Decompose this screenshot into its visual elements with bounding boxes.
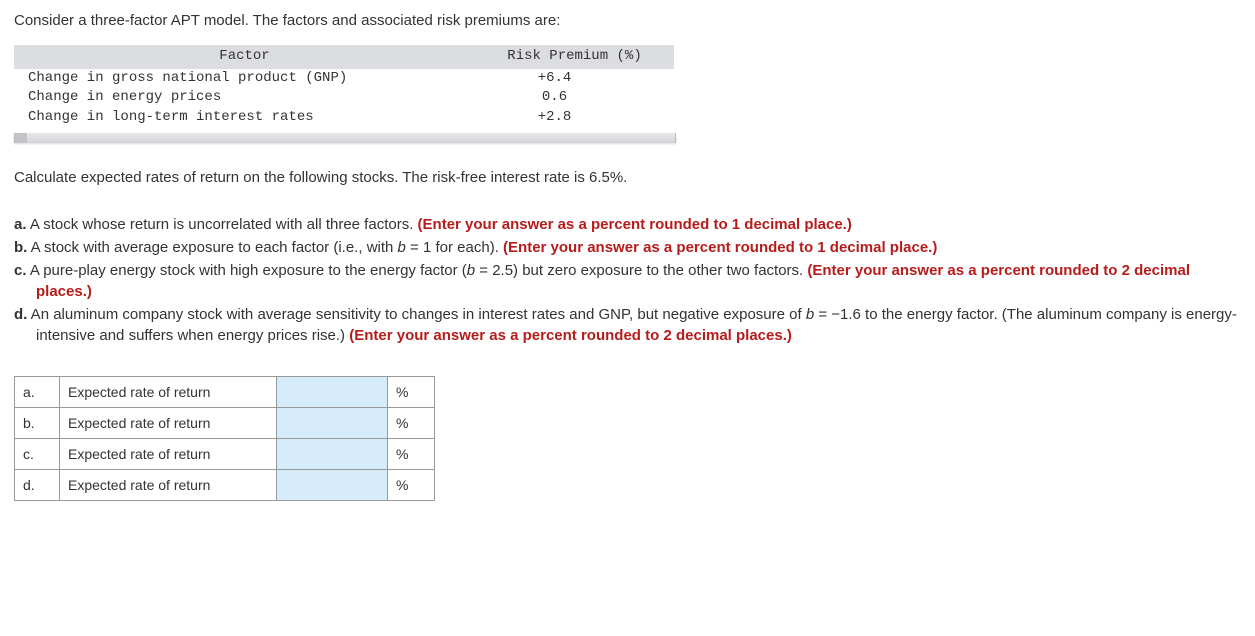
question-list: a. A stock whose return is uncorrelated …: [14, 214, 1241, 346]
answer-label: Expected rate of return: [60, 377, 277, 408]
answer-letter: b.: [15, 408, 60, 439]
question-letter: b.: [14, 239, 27, 256]
table-scrollbar[interactable]: [14, 133, 676, 143]
premium-header: Risk Premium (%): [475, 45, 674, 69]
premium-cell: +6.4: [475, 69, 674, 89]
question-text: = 2.5) but zero exposure to the other tw…: [475, 262, 807, 279]
answer-input-d[interactable]: [277, 470, 387, 500]
question-text: A pure-play energy stock with high expos…: [27, 262, 467, 279]
question-text: An aluminum company stock with average s…: [27, 306, 805, 323]
factor-cell: Change in gross national product (GNP): [14, 69, 475, 89]
question-letter: d.: [14, 306, 27, 323]
variable-b: b: [398, 239, 406, 256]
answer-label: Expected rate of return: [60, 439, 277, 470]
question-hint: (Enter your answer as a percent rounded …: [503, 239, 937, 256]
premium-cell: +2.8: [475, 108, 674, 128]
question-text: A stock with average exposure to each fa…: [27, 239, 397, 256]
question-d: d. An aluminum company stock with averag…: [14, 304, 1241, 346]
answer-row: a. Expected rate of return %: [15, 377, 435, 408]
question-hint: (Enter your answer as a percent rounded …: [349, 327, 792, 344]
answer-input-c[interactable]: [277, 439, 387, 469]
answer-row: d. Expected rate of return %: [15, 470, 435, 501]
intro-text: Consider a three-factor APT model. The f…: [14, 10, 1241, 31]
answer-label: Expected rate of return: [60, 470, 277, 501]
unit-label: %: [388, 470, 435, 501]
answer-label: Expected rate of return: [60, 408, 277, 439]
answer-row: b. Expected rate of return %: [15, 408, 435, 439]
factor-table: Factor Risk Premium (%) Change in gross …: [14, 45, 674, 127]
answer-letter: c.: [15, 439, 60, 470]
unit-label: %: [388, 439, 435, 470]
unit-label: %: [388, 408, 435, 439]
question-text: = 1 for each).: [406, 239, 503, 256]
table-row: Change in energy prices 0.6: [14, 88, 674, 108]
factor-header: Factor: [14, 45, 475, 69]
variable-b: b: [467, 262, 475, 279]
variable-b: b: [806, 306, 814, 323]
answer-input-b[interactable]: [277, 408, 387, 438]
unit-label: %: [388, 377, 435, 408]
table-row: Change in long-term interest rates +2.8: [14, 108, 674, 128]
factor-cell: Change in long-term interest rates: [14, 108, 475, 128]
question-letter: c.: [14, 262, 27, 279]
table-row: Change in gross national product (GNP) +…: [14, 69, 674, 89]
question-b: b. A stock with average exposure to each…: [14, 237, 1241, 258]
question-hint: (Enter your answer as a percent rounded …: [418, 216, 852, 233]
premium-cell: 0.6: [475, 88, 674, 108]
answer-letter: a.: [15, 377, 60, 408]
question-text: A stock whose return is uncorrelated wit…: [27, 216, 418, 233]
instruction-text: Calculate expected rates of return on th…: [14, 167, 1241, 188]
factor-cell: Change in energy prices: [14, 88, 475, 108]
answer-table: a. Expected rate of return % b. Expected…: [14, 376, 435, 501]
answer-row: c. Expected rate of return %: [15, 439, 435, 470]
question-letter: a.: [14, 216, 27, 233]
question-a: a. A stock whose return is uncorrelated …: [14, 214, 1241, 235]
question-c: c. A pure-play energy stock with high ex…: [14, 260, 1241, 302]
answer-letter: d.: [15, 470, 60, 501]
answer-input-a[interactable]: [277, 377, 387, 407]
